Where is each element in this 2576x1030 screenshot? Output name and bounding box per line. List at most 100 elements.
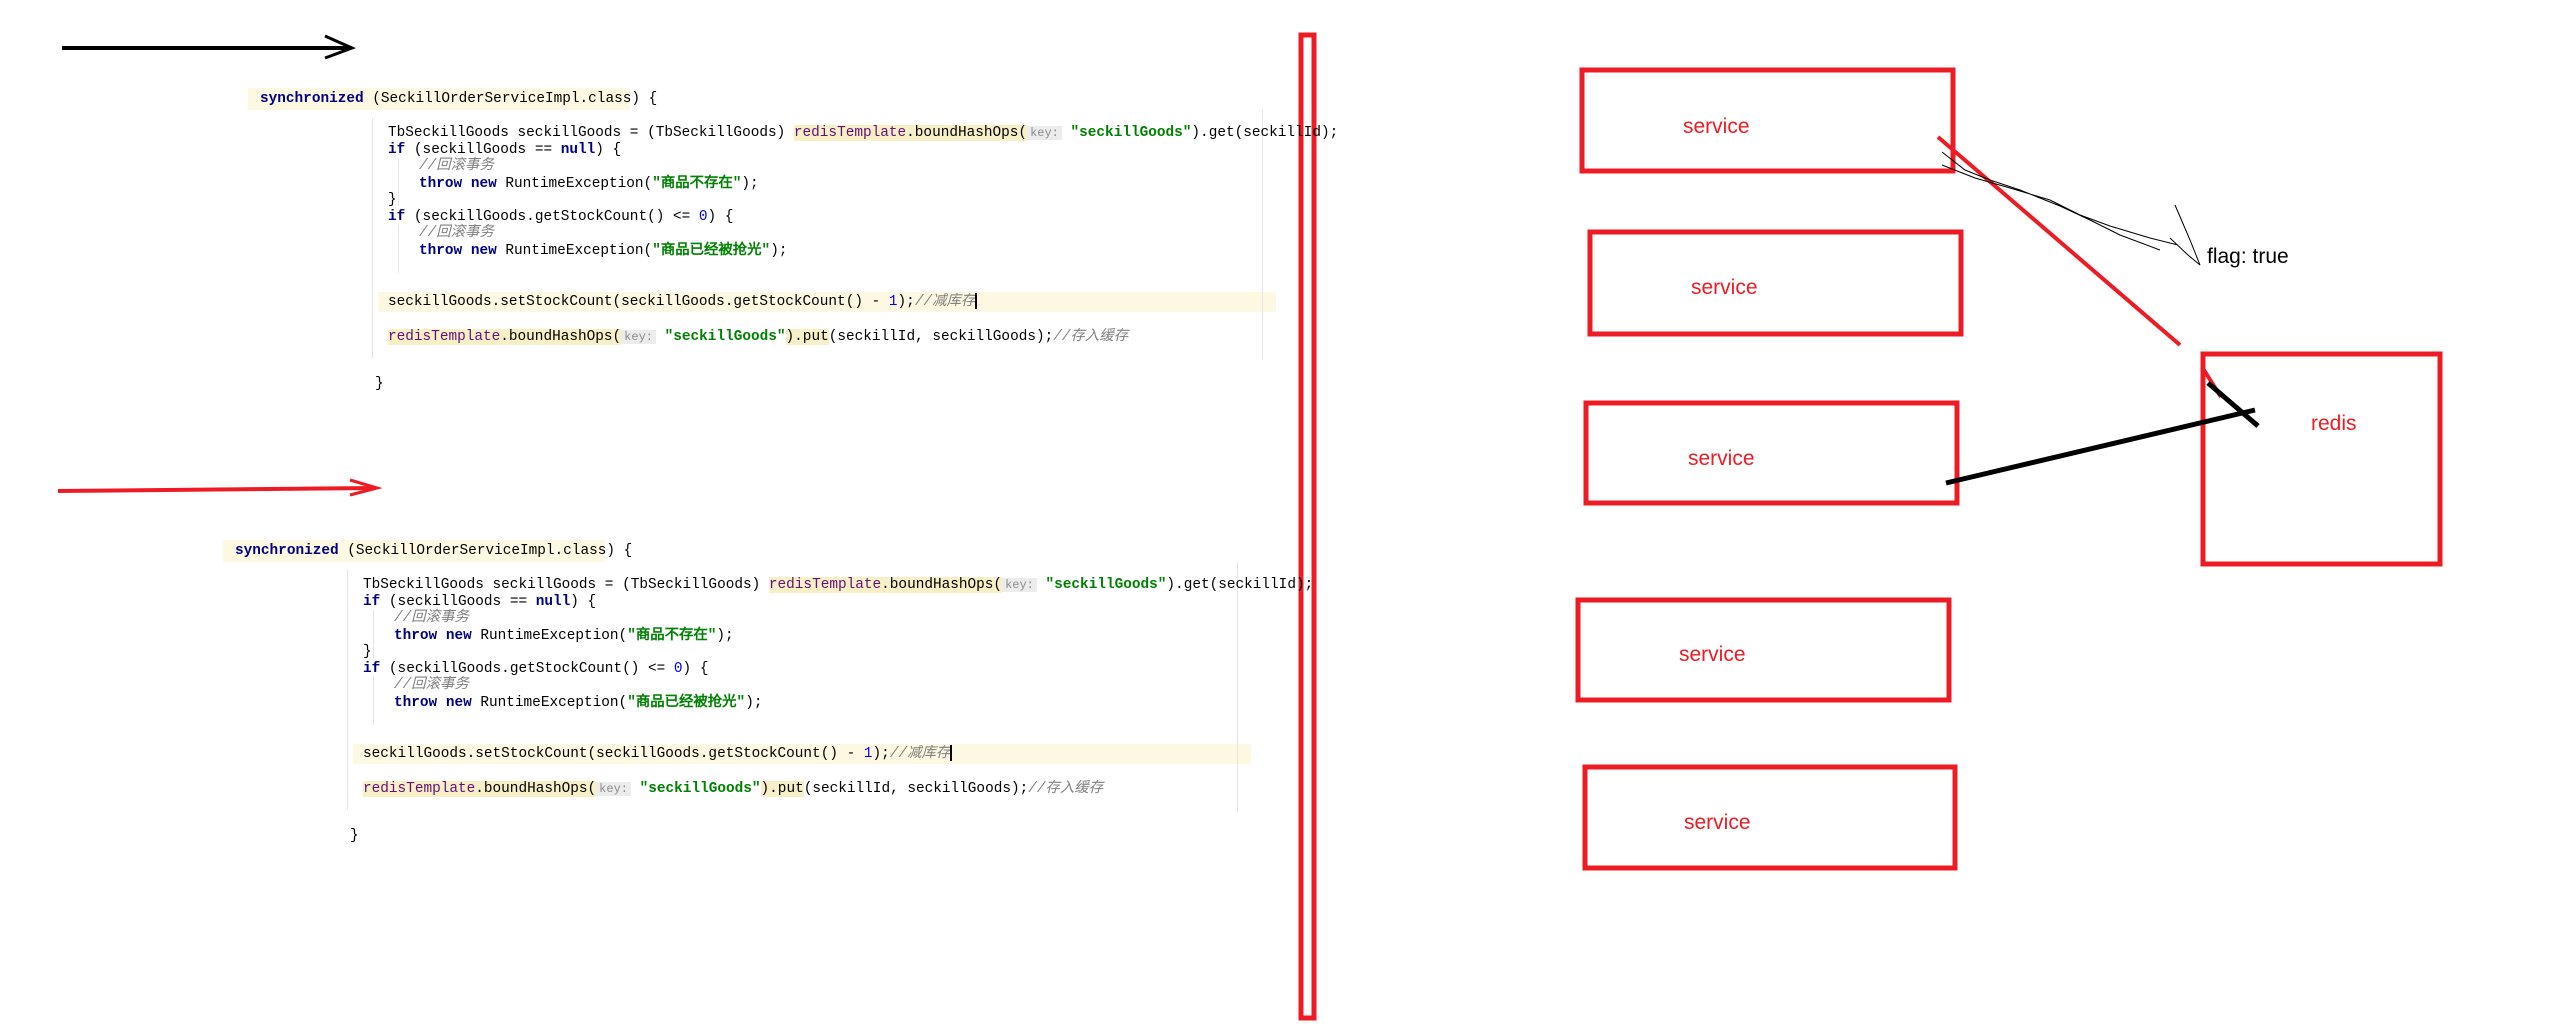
code-token: ) {	[707, 209, 734, 225]
code-token: ) {	[570, 594, 597, 610]
code-token: "商品不存在"	[652, 176, 742, 192]
code-line: //回滚事务	[419, 157, 494, 175]
code-token: .boundHashOps(	[906, 125, 1028, 141]
code-token: .boundHashOps(	[881, 577, 1003, 593]
code-token: if	[388, 142, 406, 158]
code-token: (seckillGoods ==	[380, 594, 536, 610]
code-line: synchronized (SeckillOrderServiceImpl.cl…	[260, 90, 657, 108]
code-token: throw new	[419, 176, 497, 192]
code-line: redisTemplate.boundHashOps(key: "seckill…	[363, 780, 1103, 798]
code-line: }	[375, 375, 384, 393]
code-token: );	[770, 243, 788, 259]
redis-box	[2200, 351, 2443, 567]
code-token: "商品已经被抢光"	[627, 695, 746, 711]
code-token: 0	[698, 209, 708, 225]
code-token: 0	[673, 661, 683, 677]
code-token: );	[897, 294, 915, 310]
code-token: key:	[1027, 126, 1062, 140]
code-token: redisTemplate	[363, 781, 476, 797]
code-token: 1	[888, 294, 898, 310]
service-box-5	[1582, 764, 1958, 871]
code-token: //存入缓存	[1053, 329, 1129, 345]
indent-guide	[372, 118, 373, 358]
code-token: }	[388, 192, 397, 208]
code-token: //回滚事务	[419, 225, 494, 241]
code-token: TbSeckillGoods seckillGoods = (TbSeckill…	[363, 577, 769, 593]
code-token: ).get(seckillId);	[1166, 577, 1314, 593]
code-line: throw new RuntimeException("商品已经被抢光");	[394, 694, 762, 712]
code-token: "商品已经被抢光"	[652, 243, 771, 259]
code-token: key:	[596, 782, 631, 796]
code-token: }	[350, 828, 359, 844]
code-token: );	[741, 176, 759, 192]
text-caret	[975, 293, 978, 310]
service-label-5: service	[1684, 811, 1751, 834]
code-token: synchronized	[235, 543, 339, 559]
code-token: RuntimeException(	[471, 628, 628, 644]
service-box-3	[1583, 400, 1960, 506]
indent-guide	[1237, 562, 1238, 812]
code-token: null	[535, 594, 571, 610]
code-line: //回滚事务	[394, 676, 469, 694]
code-token: //回滚事务	[419, 158, 494, 174]
code-token: (seckillId, seckillGoods);	[828, 329, 1054, 345]
flag-label: flag: true	[2207, 245, 2289, 268]
code-line: throw new RuntimeException("商品不存在");	[419, 175, 759, 193]
redis-label: redis	[2311, 412, 2357, 435]
code-token: synchronized	[260, 91, 364, 107]
code-token: if	[363, 661, 381, 677]
code-token: redisTemplate	[793, 125, 907, 141]
code-token: ) {	[595, 142, 622, 158]
text-caret	[950, 745, 953, 762]
code-line: seckillGoods.setStockCount(seckillGoods.…	[363, 745, 953, 763]
code-token: "seckillGoods"	[639, 781, 761, 797]
code-token: //回滚事务	[394, 677, 469, 693]
code-token: throw new	[419, 243, 497, 259]
code-line: TbSeckillGoods seckillGoods = (TbSeckill…	[363, 576, 1313, 594]
code-token: }	[375, 376, 384, 392]
code-snippet-1: synchronized (SeckillOrderServiceImpl.cl…	[0, 0, 1338, 480]
service-box-1	[1579, 67, 1956, 174]
code-line: }	[350, 827, 359, 845]
code-token: redisTemplate	[768, 577, 882, 593]
squiggle-line	[1941, 151, 2201, 266]
code-token: );	[716, 628, 734, 644]
code-line: redisTemplate.boundHashOps(key: "seckill…	[388, 328, 1128, 346]
code-line: seckillGoods.setStockCount(seckillGoods.…	[388, 293, 978, 311]
code-token: (seckillGoods.getStockCount() <=	[380, 661, 674, 677]
service-box-2	[1587, 229, 1964, 337]
service-box-4	[1575, 597, 1952, 703]
code-token: ).put	[785, 329, 829, 345]
code-token: "seckillGoods"	[1070, 125, 1192, 141]
code-token: //存入缓存	[1028, 781, 1104, 797]
code-token: );	[745, 695, 763, 711]
code-token: redisTemplate	[388, 329, 501, 345]
indent-guide	[373, 677, 374, 725]
code-token: ).put	[760, 781, 804, 797]
code-line: throw new RuntimeException("商品已经被抢光");	[419, 242, 787, 260]
code-token: if	[388, 209, 406, 225]
code-token: ).get(seckillId);	[1191, 125, 1339, 141]
code-token: 1	[863, 746, 873, 762]
code-token: RuntimeException(	[496, 176, 653, 192]
code-line: //回滚事务	[394, 609, 469, 627]
code-line: }	[363, 643, 372, 661]
code-token: throw new	[394, 695, 472, 711]
service-label-1: service	[1683, 115, 1750, 138]
service-label-4: service	[1679, 643, 1746, 666]
code-line: //回滚事务	[419, 224, 494, 242]
code-token: (seckillId, seckillGoods);	[803, 781, 1029, 797]
code-token: );	[872, 746, 890, 762]
code-token: ) {	[682, 661, 709, 677]
indent-guide	[347, 570, 348, 810]
code-token: throw new	[394, 628, 472, 644]
code-token: (SeckillOrderServiceImpl.class) {	[363, 91, 658, 107]
indent-guide	[398, 225, 399, 273]
code-token: key:	[1002, 578, 1037, 592]
service-label-3: service	[1688, 447, 1755, 470]
code-token: RuntimeException(	[471, 695, 628, 711]
